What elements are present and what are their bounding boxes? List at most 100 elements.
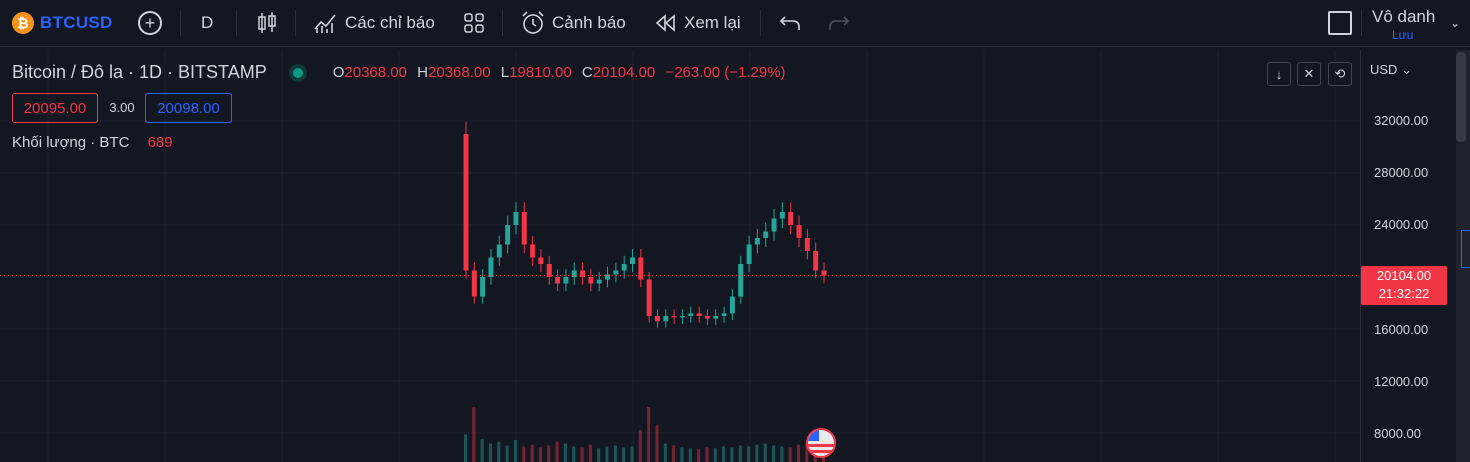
volume-bar [588,444,592,462]
price-scale[interactable] [1360,50,1457,462]
volume-bar [780,446,784,462]
undo-button[interactable] [779,0,801,46]
volume-bar [680,447,684,462]
symbol-search[interactable]: ₿ BTCUSD [12,0,113,46]
volume-bar [563,443,567,462]
price-tick: 24000.00 [1374,217,1429,232]
volume-bar [755,444,759,462]
volume-bar [547,445,551,462]
save-link[interactable]: Lưu [1392,28,1442,42]
candle-body [588,277,594,284]
candle-body [605,274,611,280]
candle-body [613,270,619,275]
volume-bar [513,440,517,462]
volume-label: Khối lượng · BTC [12,134,130,151]
grid-icon [464,13,484,33]
chart-legend: Bitcoin / Đô la · 1D · BITSTAMP O20368.0… [12,62,786,83]
compare-button[interactable]: + [138,0,162,46]
volume-bar [772,445,776,462]
countdown-timer: 21:32:22 [1378,286,1430,301]
volume-bar [605,446,609,462]
candle-body [663,316,669,322]
replay-button[interactable]: Xem lại [654,0,741,46]
candle-body [729,296,735,314]
last-price-value: 20104.00 [1376,268,1432,283]
scrollbar-thumb[interactable] [1456,52,1466,142]
volume-bar [530,444,534,462]
candle-body [821,270,827,276]
volume-bar [705,447,709,462]
candle-body [696,313,702,316]
volume-bar [797,444,801,462]
candle-body [538,257,544,264]
chart-type-button[interactable] [256,0,278,46]
fullscreen-toggle[interactable] [1328,0,1352,46]
sell-price-box[interactable]: 20095.00 [12,93,98,123]
candle-body [563,277,569,284]
high-value: 20368.00 [428,64,491,81]
volume-bar [688,448,692,462]
user-name: Vô danh [1372,7,1436,26]
cycle-icon[interactable]: ⟲ [1328,62,1352,86]
layouts-button[interactable] [463,0,485,46]
candle-body [704,316,710,319]
volume-bar [697,449,701,462]
candle-body [771,218,777,232]
collapse-icon[interactable]: ✕ [1297,62,1321,86]
volume-bar [713,448,717,462]
bitcoin-icon: ₿ [12,12,34,34]
candle-body [471,270,477,297]
undo-icon [779,16,800,30]
divider [1361,10,1362,36]
alerts-button[interactable]: Cảnh báo [520,0,626,46]
candle-body [796,225,802,238]
volume-bar [747,446,751,462]
market-status-dot[interactable] [292,67,303,78]
candle-body [521,212,527,245]
interval-button[interactable]: D [201,0,213,46]
candle-body [804,238,810,251]
candle-body [754,238,760,245]
open-value: 20368.00 [344,64,407,81]
divider [180,10,181,36]
candle-body [546,264,552,277]
arrow-down-icon[interactable]: ↓ [1267,62,1291,86]
volume-bar [472,407,476,462]
redo-button[interactable] [828,0,850,46]
legend-ohlc: O20368.00 H20368.00 L19810.00 C20104.00 … [332,64,786,81]
indicators-button[interactable]: Các chỉ báo [313,0,435,46]
rewind-icon [655,14,675,32]
volume-bar [538,447,542,462]
volume-bar [763,443,767,462]
candle-body [505,225,511,245]
volume-bar [730,447,734,462]
volume-bar [622,447,626,462]
candles-icon [258,12,276,33]
redo-icon [829,16,850,30]
candle-body [463,134,469,271]
volume-bar [672,445,676,462]
interval-label: D [201,13,214,32]
candle-body [638,257,644,280]
chevron-down-icon[interactable]: ⌄ [1450,0,1460,46]
buy-price-box[interactable]: 20098.00 [145,93,232,123]
currency-selector[interactable]: USD ⌄ [1370,62,1412,78]
sidebar-tab[interactable] [1461,230,1470,268]
user-menu[interactable]: Vô danh Lưu [1372,7,1442,42]
us-flag-icon[interactable] [806,428,836,458]
indicators-icon [314,14,336,33]
volume-bar [788,447,792,462]
price-tick: 12000.00 [1374,374,1429,389]
volume-bar [505,445,509,462]
volume-bar [738,445,742,462]
close-value: 20104.00 [592,64,656,81]
candle-body [530,244,536,258]
candle-body [621,264,627,271]
chevron-down-icon: ⌄ [1397,62,1412,77]
candle-body [721,313,727,316]
square-icon [1328,11,1352,35]
volume-bar [647,407,651,462]
currency-label: USD [1370,62,1398,77]
price-tick: 28000.00 [1374,165,1429,180]
alerts-label: Cảnh báo [552,13,626,32]
